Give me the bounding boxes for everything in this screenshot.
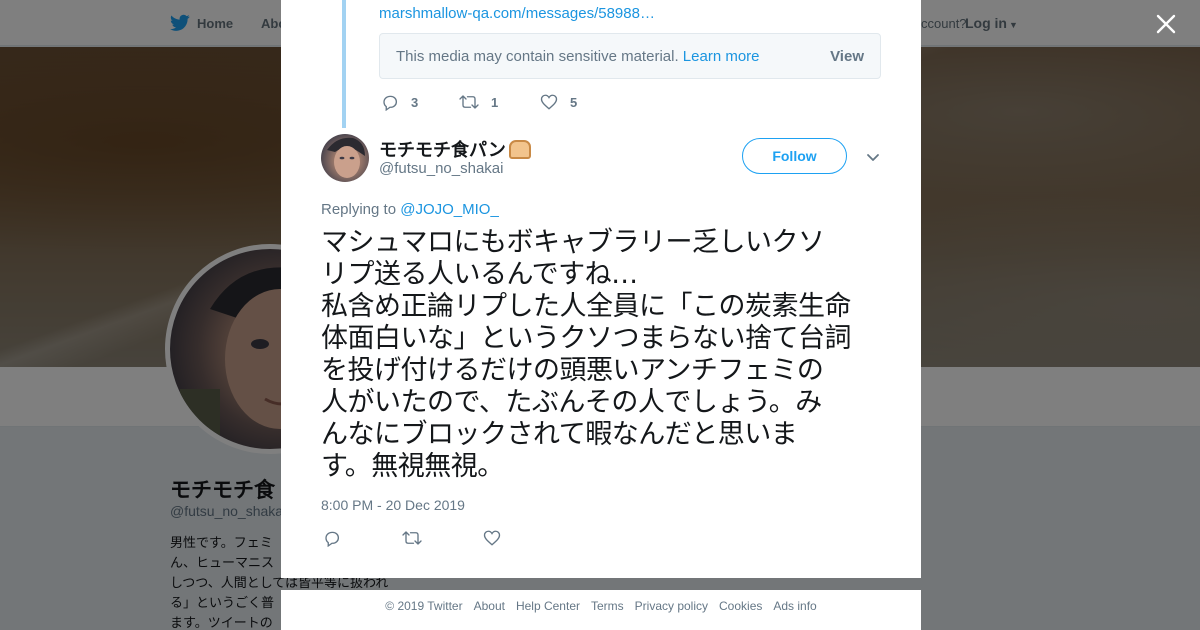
previous-tweet-link[interactable]: marshmallow-qa.com/messages/58988…: [379, 5, 655, 22]
retweet-icon: [402, 531, 422, 545]
like-action[interactable]: [483, 529, 501, 547]
footer-link-cookies[interactable]: Cookies: [719, 599, 762, 613]
author-name-text: モチモチ食パン: [379, 140, 506, 160]
replying-prefix: Replying to: [321, 201, 397, 218]
site-footer: © 2019 Twitter About Help Center Terms P…: [281, 590, 921, 630]
footer-copyright: © 2019 Twitter: [385, 599, 463, 613]
retweet-action[interactable]: [402, 529, 422, 547]
author-handle[interactable]: @futsu_no_shakai: [379, 160, 503, 177]
author-name[interactable]: モチモチ食パン: [379, 136, 531, 162]
tweet-permalink-modal: marshmallow-qa.com/messages/58988… This …: [281, 0, 921, 578]
follow-button[interactable]: Follow: [742, 138, 847, 174]
author-avatar[interactable]: [321, 134, 369, 182]
retweet-icon: [459, 95, 479, 109]
heart-icon: [540, 94, 558, 110]
footer-link-terms[interactable]: Terms: [591, 599, 624, 613]
view-media-button[interactable]: View: [830, 48, 864, 65]
sensitive-media-text: This media may contain sensitive materia…: [396, 48, 760, 65]
heart-icon: [483, 530, 501, 546]
chevron-down-icon[interactable]: [866, 150, 880, 164]
footer-link-about[interactable]: About: [474, 599, 505, 613]
retweet-count: 1: [491, 94, 499, 110]
author-face-illustration: [327, 137, 365, 178]
reply-icon: [383, 95, 398, 111]
tweet-timestamp[interactable]: 8:00 PM - 20 Dec 2019: [321, 497, 465, 513]
replying-handle-link[interactable]: @JOJO_MIO_: [400, 201, 499, 218]
close-icon[interactable]: [1155, 13, 1177, 35]
footer-link-help-center[interactable]: Help Center: [516, 599, 580, 613]
bread-emoji: [508, 139, 531, 159]
learn-more-link[interactable]: Learn more: [683, 48, 760, 65]
reply-icon: [325, 531, 340, 547]
sensitive-media-notice: This media may contain sensitive materia…: [379, 33, 881, 79]
previous-like-action[interactable]: 5: [540, 93, 577, 111]
previous-retweet-action[interactable]: 1: [459, 93, 498, 111]
conversation-thread-line: [342, 0, 346, 128]
replying-to-line: Replying to @JOJO_MIO_: [321, 201, 499, 218]
footer-link-ads-info[interactable]: Ads info: [773, 599, 816, 613]
previous-reply-action[interactable]: 3: [381, 93, 418, 111]
footer-link-privacy[interactable]: Privacy policy: [635, 599, 708, 613]
sensitive-warning: This media may contain sensitive materia…: [396, 48, 679, 65]
like-count: 5: [570, 94, 578, 110]
tweet-text: マシュマロにもボキャブラリー乏しいクソ リプ送る人いるんですね… 私含め正論リプ…: [321, 227, 852, 482]
reply-count: 3: [411, 94, 419, 110]
reply-action[interactable]: [323, 529, 341, 547]
